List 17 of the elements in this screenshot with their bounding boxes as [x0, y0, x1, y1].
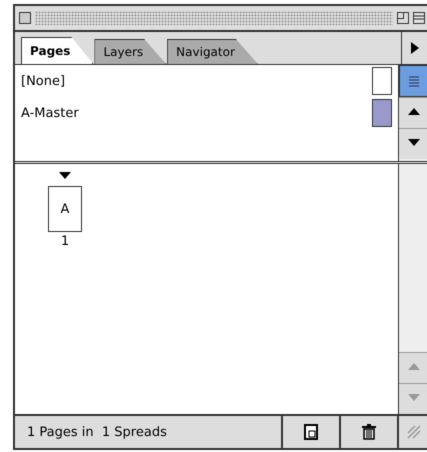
tab[interactable]: Layers: [94, 39, 166, 64]
resize-grip-icon[interactable]: [406, 424, 422, 440]
status-text: 1 Pages in 1 Spreads: [27, 424, 167, 440]
new-page-icon: [304, 424, 318, 440]
scroll-down-button[interactable]: [399, 128, 427, 159]
trash-icon: [361, 424, 377, 440]
collapse-box-icon[interactable]: [413, 12, 425, 24]
tab[interactable]: Pages: [21, 37, 94, 64]
page-thumbnail[interactable]: A: [48, 186, 82, 232]
zoom-box-icon[interactable]: [397, 12, 409, 24]
page-number: 1: [60, 234, 70, 249]
close-box[interactable]: [19, 12, 31, 24]
tab[interactable]: Navigator: [167, 39, 258, 64]
scroll-thumb[interactable]: [399, 65, 427, 97]
master-name[interactable]: A-Master: [21, 106, 79, 120]
scroll-up-button[interactable]: [399, 97, 427, 128]
master-name[interactable]: [None]: [21, 74, 66, 88]
